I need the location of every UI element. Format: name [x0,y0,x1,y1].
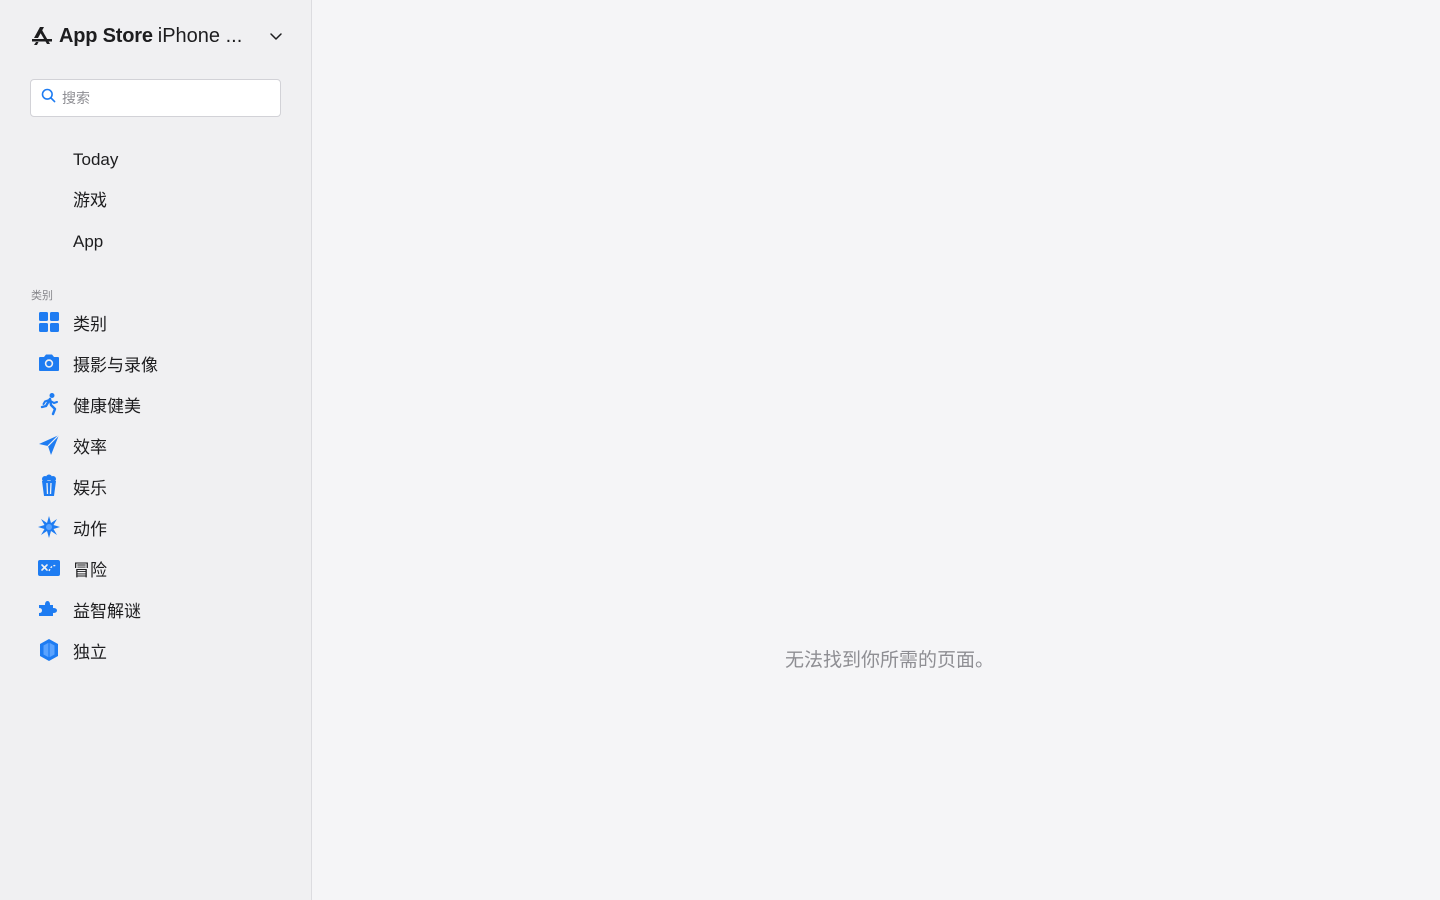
cube-icon [36,637,62,663]
nav-item-games[interactable]: 游戏 [73,189,107,213]
chevron-down-icon[interactable] [266,26,286,46]
search-input[interactable] [62,90,262,106]
brand-header[interactable]: App Store iPhone ... [30,22,290,50]
platform-label: iPhone ... [157,24,243,47]
category-item-photo-video[interactable]: 摄影与录像 [36,349,296,377]
category-label: 冒险 [73,560,107,580]
grid-icon [36,309,62,335]
category-label: 效率 [73,437,107,457]
category-item-adventure[interactable]: 冒险 [36,554,296,582]
puzzle-icon [36,596,62,622]
search-box[interactable] [30,79,281,117]
category-item-puzzle[interactable]: 益智解谜 [36,595,296,623]
category-label: 健康健美 [73,396,141,416]
app-store-icon [30,24,54,48]
category-item-health-fitness[interactable]: 健康健美 [36,390,296,418]
category-item-productivity[interactable]: 效率 [36,431,296,459]
popcorn-icon [36,473,62,499]
category-label: 摄影与录像 [73,355,158,375]
category-item-entertainment[interactable]: 娱乐 [36,472,296,500]
paper-plane-icon [36,432,62,458]
nav-item-apps[interactable]: App [73,230,103,254]
category-label: 娱乐 [73,478,107,498]
runner-icon [36,391,62,417]
categories-section-label: 类别 [31,290,53,302]
category-label: 动作 [73,519,107,539]
camera-icon [36,350,62,376]
category-label: 独立 [73,642,107,662]
category-label: 益智解谜 [73,601,141,621]
main-content: 无法找到你所需的页面。 [313,0,1440,900]
brand-title: App Store [59,24,153,47]
not-found-message: 无法找到你所需的页面。 [784,650,994,671]
category-label: 类别 [73,314,107,334]
burst-icon [36,514,62,540]
category-item-indie[interactable]: 独立 [36,636,296,664]
search-icon [41,88,56,108]
map-icon [36,555,62,581]
category-item-action[interactable]: 动作 [36,513,296,541]
sidebar: App Store iPhone ... Today 游戏 App 类别 类别 [0,0,312,900]
category-item-categories[interactable]: 类别 [36,308,296,336]
nav-item-today[interactable]: Today [73,148,118,172]
